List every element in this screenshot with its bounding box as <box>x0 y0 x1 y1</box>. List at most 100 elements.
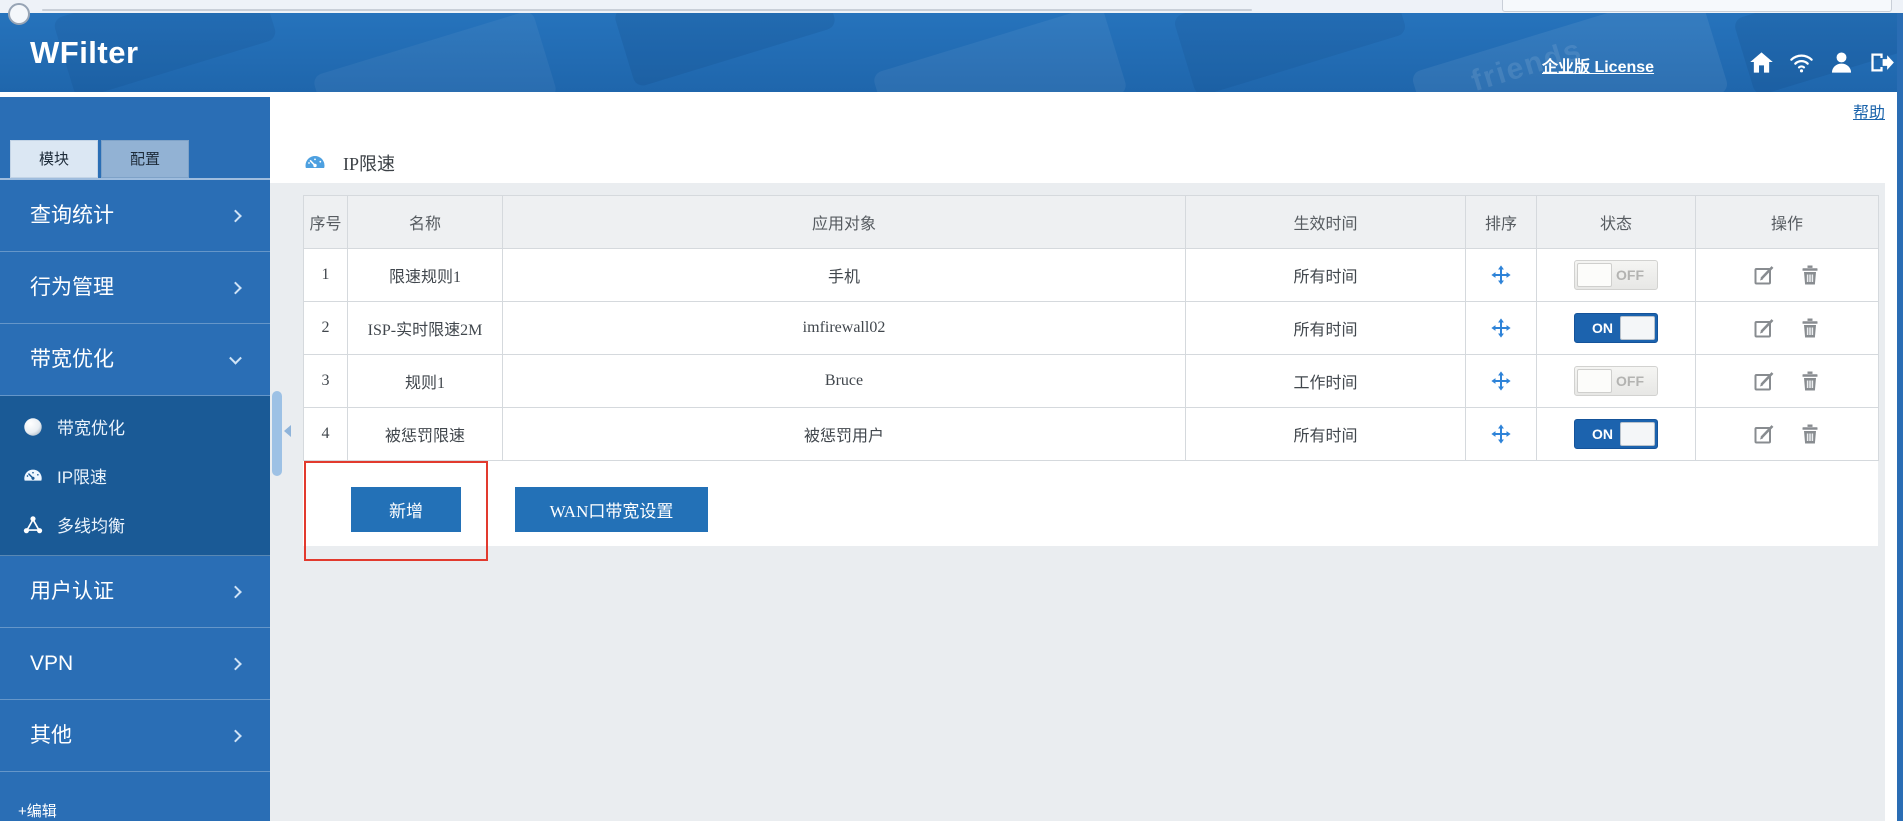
sidebar-menu-item[interactable]: 行为管理 <box>0 252 270 324</box>
cell-time: 所有时间 <box>1186 408 1466 461</box>
sidebar-menu-item[interactable]: VPN <box>0 628 270 700</box>
user-icon[interactable] <box>1828 49 1855 76</box>
column-header: 应用对象 <box>503 196 1186 249</box>
toggle-knob <box>1577 263 1612 287</box>
chevron-icon <box>229 351 242 364</box>
help-link[interactable]: 帮助 <box>1853 99 1885 123</box>
cell-status: OFF <box>1537 249 1696 302</box>
cell-time: 所有时间 <box>1186 249 1466 302</box>
sidebar-menu-item[interactable]: 其他 <box>0 700 270 772</box>
toggle-label: OFF <box>1616 267 1644 283</box>
cell-actions <box>1696 249 1879 302</box>
column-header: 状态 <box>1537 196 1696 249</box>
sidebar-collapse-arrow-icon[interactable] <box>284 425 291 437</box>
toggle-label: OFF <box>1616 373 1644 389</box>
sidebar-collapse-handle[interactable] <box>272 391 282 476</box>
sidebar: 模块配置 查询统计 行为管理 带宽优化 带宽优化 IP限速 多线均衡 用户认证 … <box>0 92 270 821</box>
table-row: 4 被惩罚限速 被惩罚用户 所有时间 ON <box>304 408 1879 461</box>
move-icon[interactable] <box>1490 423 1512 445</box>
move-icon[interactable] <box>1490 370 1512 392</box>
sidebar-tab[interactable]: 配置 <box>101 140 189 178</box>
table-header-row: 序号名称应用对象生效时间排序状态操作 <box>304 196 1879 249</box>
sidebar-submenu-item[interactable]: 多线均衡 <box>0 500 270 549</box>
trash-icon[interactable] <box>1798 369 1822 393</box>
home-icon[interactable] <box>1748 49 1775 76</box>
cell-name: 限速规则1 <box>348 249 503 302</box>
browser-chrome-strip <box>0 0 1903 13</box>
browser-address-bar-edge <box>42 9 1252 11</box>
column-header: 排序 <box>1466 196 1537 249</box>
sidebar-menu: 查询统计 行为管理 带宽优化 带宽优化 IP限速 多线均衡 用户认证 VPN 其… <box>0 180 270 772</box>
wan-bandwidth-settings-button[interactable]: WAN口带宽设置 <box>515 487 708 532</box>
cell-actions <box>1696 302 1879 355</box>
browser-ui-fragment <box>1502 0 1892 12</box>
cell-status: OFF <box>1537 355 1696 408</box>
license-link[interactable]: 企业版 License <box>1542 53 1654 77</box>
trash-icon[interactable] <box>1798 316 1822 340</box>
sidebar-tab[interactable]: 模块 <box>10 140 98 178</box>
main-content: 帮助 IP限速 序号名称应用对象生效时间排序状态操作 1 限速规则1 手机 所有… <box>270 92 1897 821</box>
trash-icon[interactable] <box>1798 422 1822 446</box>
cell-name: ISP-实时限速2M <box>348 302 503 355</box>
toggle-knob <box>1620 316 1655 340</box>
status-toggle[interactable]: OFF <box>1574 366 1658 396</box>
cell-sort <box>1466 355 1537 408</box>
edit-icon[interactable] <box>1752 316 1776 340</box>
ip-rate-limit-table: 序号名称应用对象生效时间排序状态操作 1 限速规则1 手机 所有时间 OFF 2… <box>303 195 1879 461</box>
move-icon[interactable] <box>1490 317 1512 339</box>
sphere-icon <box>22 416 44 438</box>
table-row: 1 限速规则1 手机 所有时间 OFF <box>304 249 1879 302</box>
column-header: 生效时间 <box>1186 196 1466 249</box>
speedometer-icon <box>303 151 327 175</box>
trash-icon[interactable] <box>1798 263 1822 287</box>
edit-icon[interactable] <box>1752 263 1776 287</box>
cell-sort <box>1466 249 1537 302</box>
cell-index: 2 <box>304 302 348 355</box>
table-row: 2 ISP-实时限速2M imfirewall02 所有时间 ON <box>304 302 1879 355</box>
cell-sort <box>1466 302 1537 355</box>
window-right-edge <box>1897 13 1903 821</box>
toggle-label: ON <box>1592 320 1613 336</box>
cell-time: 工作时间 <box>1186 355 1466 408</box>
toggle-knob <box>1577 369 1612 393</box>
sidebar-edit-link[interactable]: +编辑 <box>18 800 57 821</box>
edit-icon[interactable] <box>1752 369 1776 393</box>
page-title: IP限速 <box>343 150 395 176</box>
edit-icon[interactable] <box>1752 422 1776 446</box>
status-toggle[interactable]: ON <box>1574 313 1658 343</box>
cell-time: 所有时间 <box>1186 302 1466 355</box>
sidebar-menu-item[interactable]: 查询统计 <box>0 180 270 252</box>
cell-sort <box>1466 408 1537 461</box>
app-header: friends WFilter 企业版 License <box>0 13 1903 92</box>
cell-target: 手机 <box>503 249 1186 302</box>
wifi-icon[interactable] <box>1788 49 1815 76</box>
rules-panel: 序号名称应用对象生效时间排序状态操作 1 限速规则1 手机 所有时间 OFF 2… <box>303 195 1878 546</box>
cell-name: 规则1 <box>348 355 503 408</box>
logout-icon[interactable] <box>1868 49 1895 76</box>
cell-target: Bruce <box>503 355 1186 408</box>
status-toggle[interactable]: OFF <box>1574 260 1658 290</box>
header-icon-bar <box>1748 49 1895 76</box>
button-row: 新增 WAN口带宽设置 <box>351 487 1878 532</box>
sidebar-menu-item[interactable]: 用户认证 <box>0 556 270 628</box>
chevron-icon <box>229 585 242 598</box>
sidebar-submenu-item[interactable]: IP限速 <box>0 451 270 500</box>
cell-status: ON <box>1537 408 1696 461</box>
chevron-icon <box>229 657 242 670</box>
table-row: 3 规则1 Bruce 工作时间 OFF <box>304 355 1879 408</box>
cell-actions <box>1696 355 1879 408</box>
column-header: 名称 <box>348 196 503 249</box>
cell-status: ON <box>1537 302 1696 355</box>
column-header: 序号 <box>304 196 348 249</box>
add-button[interactable]: 新增 <box>351 487 461 532</box>
sidebar-submenu-item[interactable]: 带宽优化 <box>0 402 270 451</box>
status-toggle[interactable]: ON <box>1574 419 1658 449</box>
move-icon[interactable] <box>1490 264 1512 286</box>
cell-index: 1 <box>304 249 348 302</box>
browser-tab-favicon-circle <box>8 3 30 25</box>
app-logo: WFilter <box>30 35 139 71</box>
toggle-label: ON <box>1592 426 1613 442</box>
chevron-icon <box>229 209 242 222</box>
sidebar-menu-item[interactable]: 带宽优化 <box>0 324 270 396</box>
sidebar-submenu: 带宽优化 IP限速 多线均衡 <box>0 396 270 556</box>
